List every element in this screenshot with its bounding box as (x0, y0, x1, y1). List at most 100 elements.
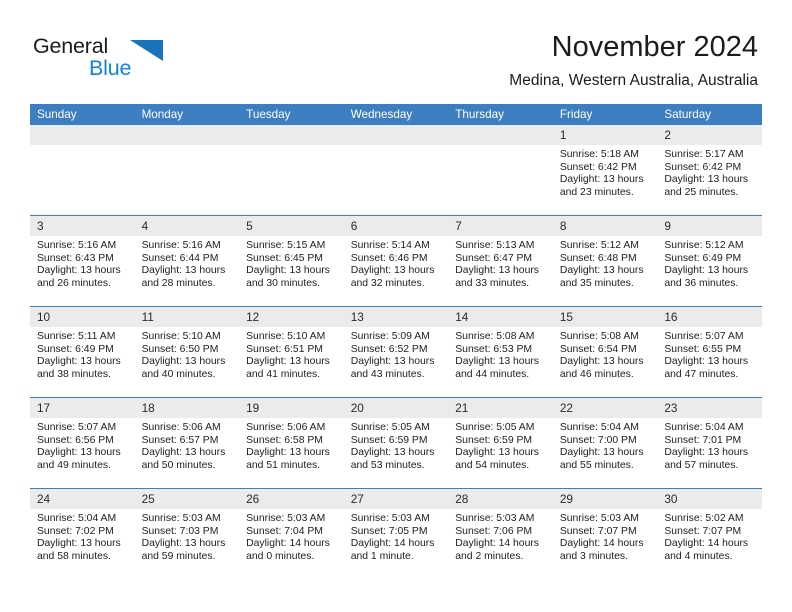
daylight-text-line1: Daylight: 13 hours (350, 356, 435, 368)
day-number: 26 (239, 489, 344, 509)
calendar-day-cell[interactable]: 19 Sunrise: 5:06 AM Sunset: 6:58 PM Dayligh… (239, 397, 344, 489)
sunrise-text: Sunrise: 5:12 AM (664, 240, 744, 251)
daylight-text-line2: and 43 minutes. (350, 368, 425, 380)
calendar-day-cell[interactable]: 9 Sunrise: 5:12 AM Sunset: 6:49 PM Daylight… (657, 215, 762, 307)
day-number: 24 (30, 489, 135, 509)
day-cell-inner: 15 Sunrise: 5:08 AM Sunset: 6:54 PM Dayligh… (552, 307, 658, 397)
calendar-day-cell[interactable]: 2 Sunrise: 5:17 AM Sunset: 6:42 PM Daylight… (657, 125, 762, 216)
calendar-day-cell[interactable]: 29 Sunrise: 5:03 AM Sunset: 7:07 PM Dayligh… (552, 488, 658, 579)
day-number (134, 125, 240, 145)
day-cell-inner: 24 Sunrise: 5:04 AM Sunset: 7:02 PM Dayligh… (30, 489, 135, 579)
calendar-day-cell[interactable]: 26 Sunrise: 5:03 AM Sunset: 7:04 PM Dayligh… (239, 488, 344, 579)
calendar-day-cell-empty (30, 125, 135, 216)
weekday-header-saturday: Saturday (657, 104, 762, 125)
calendar-day-cell[interactable]: 22 Sunrise: 5:04 AM Sunset: 7:00 PM Dayligh… (552, 397, 658, 489)
daylight-text-line1: Daylight: 13 hours (141, 265, 226, 277)
daylight-text-line1: Daylight: 14 hours (455, 538, 539, 550)
day-cell-inner: 23 Sunrise: 5:04 AM Sunset: 7:01 PM Dayligh… (657, 398, 762, 488)
calendar-week-row: 10 Sunrise: 5:11 AM Sunset: 6:49 PM Dayligh… (30, 306, 762, 398)
day-details: Sunrise: 5:03 AM Sunset: 7:06 PM Daylight:… (448, 509, 553, 563)
sunrise-text: Sunrise: 5:08 AM (559, 331, 639, 342)
sunset-text: Sunset: 7:03 PM (141, 525, 219, 537)
calendar-day-cell[interactable]: 17 Sunrise: 5:07 AM Sunset: 6:56 PM Dayligh… (30, 397, 135, 489)
day-details: Sunrise: 5:06 AM Sunset: 6:58 PM Daylight:… (239, 418, 344, 472)
day-number: 8 (552, 216, 658, 236)
calendar-day-cell[interactable]: 14 Sunrise: 5:08 AM Sunset: 6:53 PM Dayligh… (448, 306, 553, 398)
page-title: November 2024 (551, 31, 758, 63)
calendar-grid: Sunday Monday Tuesday Wednesday Thursday… (30, 104, 762, 579)
day-cell-inner: 20 Sunrise: 5:05 AM Sunset: 6:59 PM Dayligh… (343, 398, 449, 488)
weekday-header-sunday: Sunday (30, 104, 135, 125)
daylight-text-line1: Daylight: 13 hours (664, 174, 749, 186)
sunset-text: Sunset: 6:50 PM (141, 343, 219, 355)
calendar-day-cell[interactable]: 8 Sunrise: 5:12 AM Sunset: 6:48 PM Daylight… (552, 215, 658, 307)
day-cell-inner: 4 Sunrise: 5:16 AM Sunset: 6:44 PM Daylight… (134, 216, 240, 306)
calendar-day-cell[interactable]: 28 Sunrise: 5:03 AM Sunset: 7:06 PM Dayligh… (448, 488, 553, 579)
calendar-day-cell[interactable]: 13 Sunrise: 5:09 AM Sunset: 6:52 PM Dayligh… (343, 306, 449, 398)
sunset-text: Sunset: 6:44 PM (141, 252, 219, 264)
calendar-day-cell[interactable]: 25 Sunrise: 5:03 AM Sunset: 7:03 PM Dayligh… (134, 488, 240, 579)
day-cell-inner: 3 Sunrise: 5:16 AM Sunset: 6:43 PM Daylight… (30, 216, 135, 306)
calendar-page: General Blue November 2024 Medina, Weste… (0, 0, 792, 612)
sunset-text: Sunset: 6:55 PM (664, 343, 742, 355)
daylight-text-line1: Daylight: 13 hours (141, 356, 226, 368)
daylight-text-line2: and 33 minutes. (455, 277, 530, 289)
calendar-day-cell[interactable]: 27 Sunrise: 5:03 AM Sunset: 7:05 PM Dayligh… (343, 488, 449, 579)
sunrise-text: Sunrise: 5:09 AM (350, 331, 430, 342)
brand-logo[interactable]: General Blue (33, 34, 253, 86)
calendar-day-cell[interactable]: 15 Sunrise: 5:08 AM Sunset: 6:54 PM Dayligh… (552, 306, 658, 398)
daylight-text-line2: and 28 minutes. (141, 277, 216, 289)
day-cell-inner: 26 Sunrise: 5:03 AM Sunset: 7:04 PM Dayligh… (239, 489, 344, 579)
day-number: 27 (343, 489, 449, 509)
calendar-day-cell[interactable]: 24 Sunrise: 5:04 AM Sunset: 7:02 PM Dayligh… (30, 488, 135, 579)
sunrise-text: Sunrise: 5:16 AM (141, 240, 221, 251)
calendar-day-cell[interactable]: 21 Sunrise: 5:05 AM Sunset: 6:59 PM Dayligh… (448, 397, 553, 489)
day-number: 4 (134, 216, 240, 236)
day-number: 13 (343, 307, 449, 327)
calendar-day-cell[interactable]: 11 Sunrise: 5:10 AM Sunset: 6:50 PM Dayligh… (134, 306, 240, 398)
day-cell-inner: 5 Sunrise: 5:15 AM Sunset: 6:45 PM Daylight… (239, 216, 344, 306)
sunrise-text: Sunrise: 5:17 AM (664, 149, 744, 160)
calendar-day-cell[interactable]: 12 Sunrise: 5:10 AM Sunset: 6:51 PM Dayligh… (239, 306, 344, 398)
daylight-text-line1: Daylight: 13 hours (455, 356, 539, 368)
day-number: 14 (448, 307, 553, 327)
daylight-text-line1: Daylight: 13 hours (246, 356, 330, 368)
sunset-text: Sunset: 7:00 PM (559, 434, 637, 446)
daylight-text-line2: and 0 minutes. (246, 550, 315, 562)
daylight-text-line2: and 4 minutes. (664, 550, 733, 562)
day-number: 16 (657, 307, 762, 327)
sunset-text: Sunset: 6:49 PM (37, 343, 114, 355)
daylight-text-line1: Daylight: 14 hours (664, 538, 749, 550)
brand-name-secondary: Blue (89, 56, 132, 80)
calendar-day-cell[interactable]: 18 Sunrise: 5:06 AM Sunset: 6:57 PM Dayligh… (134, 397, 240, 489)
calendar-day-cell[interactable]: 16 Sunrise: 5:07 AM Sunset: 6:55 PM Dayligh… (657, 306, 762, 398)
day-details: Sunrise: 5:06 AM Sunset: 6:57 PM Daylight:… (135, 418, 240, 472)
calendar-day-cell[interactable]: 30 Sunrise: 5:02 AM Sunset: 7:07 PM Dayligh… (657, 488, 762, 579)
day-details: Sunrise: 5:05 AM Sunset: 6:59 PM Daylight:… (344, 418, 449, 472)
day-cell-inner: 18 Sunrise: 5:06 AM Sunset: 6:57 PM Dayligh… (134, 398, 240, 488)
daylight-text-line1: Daylight: 13 hours (246, 447, 330, 459)
calendar-day-cell[interactable]: 6 Sunrise: 5:14 AM Sunset: 6:46 PM Daylight… (343, 215, 449, 307)
sunset-text: Sunset: 6:53 PM (455, 343, 533, 355)
day-cell-inner: 2 Sunrise: 5:17 AM Sunset: 6:42 PM Daylight… (657, 125, 762, 215)
daylight-text-line2: and 25 minutes. (664, 186, 739, 198)
calendar-day-cell[interactable]: 4 Sunrise: 5:16 AM Sunset: 6:44 PM Daylight… (134, 215, 240, 307)
day-details: Sunrise: 5:03 AM Sunset: 7:05 PM Daylight:… (344, 509, 449, 563)
location-subtitle: Medina, Western Australia, Australia (509, 72, 758, 89)
calendar-day-cell[interactable]: 20 Sunrise: 5:05 AM Sunset: 6:59 PM Dayligh… (343, 397, 449, 489)
sunset-text: Sunset: 6:47 PM (455, 252, 533, 264)
day-cell-inner: 13 Sunrise: 5:09 AM Sunset: 6:52 PM Dayligh… (343, 307, 449, 397)
daylight-text-line2: and 35 minutes. (559, 277, 634, 289)
day-number: 30 (657, 489, 762, 509)
day-details: Sunrise: 5:04 AM Sunset: 7:00 PM Daylight:… (553, 418, 658, 472)
day-details: Sunrise: 5:04 AM Sunset: 7:01 PM Daylight:… (657, 418, 762, 472)
calendar-day-cell[interactable]: 10 Sunrise: 5:11 AM Sunset: 6:49 PM Dayligh… (30, 306, 135, 398)
calendar-day-cell[interactable]: 7 Sunrise: 5:13 AM Sunset: 6:47 PM Daylight… (448, 215, 553, 307)
daylight-text-line2: and 44 minutes. (455, 368, 530, 380)
sunrise-text: Sunrise: 5:03 AM (559, 513, 639, 524)
calendar-day-cell[interactable]: 3 Sunrise: 5:16 AM Sunset: 6:43 PM Daylight… (30, 215, 135, 307)
calendar-day-cell[interactable]: 5 Sunrise: 5:15 AM Sunset: 6:45 PM Daylight… (239, 215, 344, 307)
calendar-day-cell[interactable]: 1 Sunrise: 5:18 AM Sunset: 6:42 PM Daylight… (552, 125, 658, 216)
calendar-day-cell[interactable]: 23 Sunrise: 5:04 AM Sunset: 7:01 PM Dayligh… (657, 397, 762, 489)
sunset-text: Sunset: 7:07 PM (664, 525, 742, 537)
